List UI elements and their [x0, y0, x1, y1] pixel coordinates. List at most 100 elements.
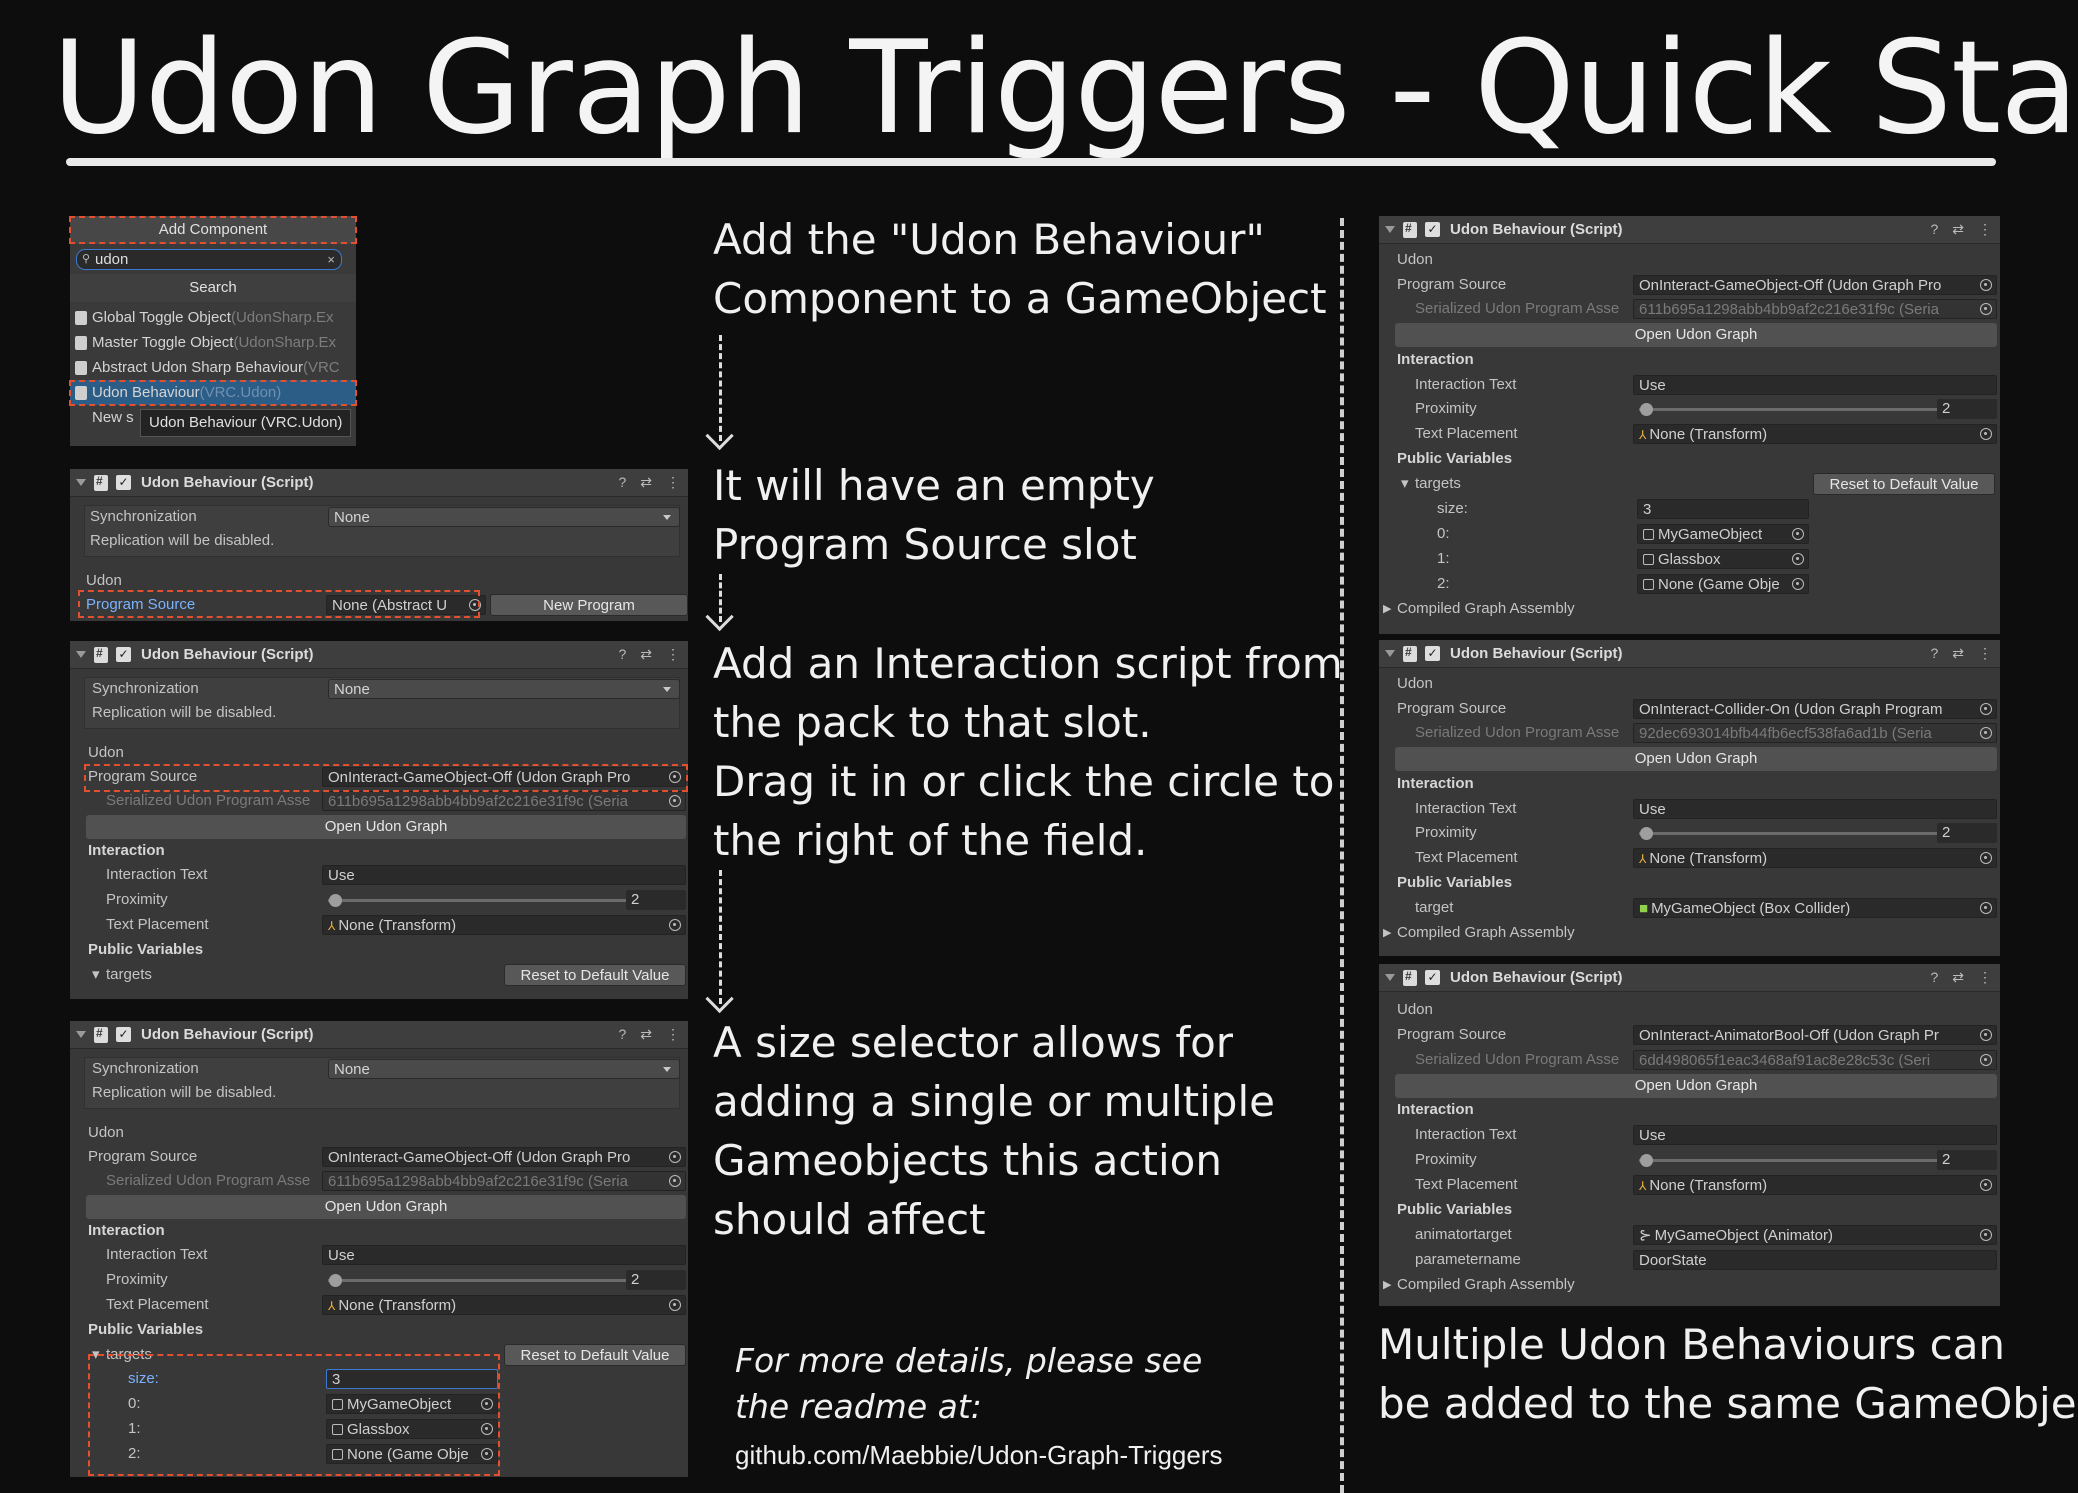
- text-placement-field[interactable]: ⅄ None (Transform): [322, 1295, 686, 1315]
- proximity-input[interactable]: 2: [1937, 399, 1997, 419]
- text-placement-field[interactable]: ⅄ None (Transform): [1633, 848, 1997, 868]
- proximity-input[interactable]: 2: [1937, 823, 1997, 843]
- interaction-text-input[interactable]: Use: [322, 865, 686, 885]
- component-item[interactable]: Global Toggle Object(UdonSharp.Ex: [70, 305, 356, 330]
- foldout-icon[interactable]: [1385, 226, 1395, 233]
- component-header[interactable]: ✓Udon Behaviour (Script)?⇄⋮: [1379, 216, 2000, 244]
- menu-icon[interactable]: ⋮: [666, 1026, 680, 1043]
- enabled-checkbox[interactable]: ✓: [116, 647, 131, 662]
- open-udon-graph-button[interactable]: Open Udon Graph: [1395, 1074, 1997, 1098]
- menu-icon[interactable]: ⋮: [1978, 969, 1992, 986]
- animator-target-field[interactable]: ⊱ MyGameObject (Animator): [1633, 1225, 1997, 1245]
- program-source-field[interactable]: OnInteract-Collider-On (Udon Graph Progr…: [1633, 699, 1997, 719]
- preset-icon[interactable]: ⇄: [1952, 645, 1964, 662]
- reset-default-button[interactable]: Reset to Default Value: [504, 1344, 686, 1366]
- target-field[interactable]: None (Game Obje: [1637, 574, 1809, 594]
- object-picker-icon[interactable]: [1980, 1229, 1992, 1241]
- slider-knob[interactable]: [1640, 827, 1653, 840]
- component-header[interactable]: ✓Udon Behaviour (Script)?⇄⋮: [70, 469, 688, 497]
- component-item[interactable]: Master Toggle Object(UdonSharp.Ex: [70, 330, 356, 355]
- menu-icon[interactable]: ⋮: [1978, 221, 1992, 238]
- object-picker-icon[interactable]: [1980, 703, 1992, 715]
- foldout-icon[interactable]: [1385, 650, 1395, 657]
- open-udon-graph-button[interactable]: Open Udon Graph: [1395, 323, 1997, 347]
- proximity-input[interactable]: 2: [626, 1270, 686, 1290]
- open-udon-graph-button[interactable]: Open Udon Graph: [1395, 747, 1997, 771]
- open-udon-graph-button[interactable]: Open Udon Graph: [86, 815, 686, 839]
- proximity-slider[interactable]: [1639, 408, 1937, 411]
- slider-knob[interactable]: [329, 894, 342, 907]
- component-header[interactable]: ✓Udon Behaviour (Script)?⇄⋮: [70, 1021, 688, 1049]
- preset-icon[interactable]: ⇄: [1952, 969, 1964, 986]
- help-icon[interactable]: ?: [1930, 221, 1938, 238]
- sync-dropdown[interactable]: None: [328, 1059, 680, 1079]
- object-picker-icon[interactable]: [1980, 428, 1992, 440]
- text-placement-field[interactable]: ⅄ None (Transform): [1633, 424, 1997, 444]
- foldout-icon[interactable]: ▾: [1401, 472, 1409, 496]
- foldout-icon[interactable]: ▶: [1383, 1273, 1391, 1297]
- foldout-icon[interactable]: [76, 1031, 86, 1038]
- menu-icon[interactable]: ⋮: [666, 646, 680, 663]
- sync-dropdown[interactable]: None: [328, 679, 680, 699]
- reset-default-button[interactable]: Reset to Default Value: [504, 964, 686, 986]
- foldout-icon[interactable]: [76, 651, 86, 658]
- object-picker-icon[interactable]: [1980, 852, 1992, 864]
- interaction-text-input[interactable]: Use: [322, 1245, 686, 1265]
- object-picker-icon[interactable]: [669, 919, 681, 931]
- foldout-icon[interactable]: ▾: [92, 963, 100, 987]
- proximity-input[interactable]: 2: [1937, 1150, 1997, 1170]
- proximity-slider[interactable]: [328, 1279, 626, 1282]
- help-icon[interactable]: ?: [1930, 969, 1938, 986]
- component-header[interactable]: ✓Udon Behaviour (Script)?⇄⋮: [1379, 964, 2000, 992]
- program-source-field[interactable]: OnInteract-AnimatorBool-Off (Udon Graph …: [1633, 1025, 1997, 1045]
- slider-knob[interactable]: [1640, 1154, 1653, 1167]
- readme-url[interactable]: github.com/Maebbie/Udon-Graph-Triggers: [735, 1440, 1223, 1471]
- preset-icon[interactable]: ⇄: [640, 646, 652, 663]
- component-item[interactable]: Abstract Udon Sharp Behaviour(VRC: [70, 355, 356, 380]
- interaction-text-input[interactable]: Use: [1633, 799, 1997, 819]
- slider-knob[interactable]: [329, 1274, 342, 1287]
- size-input[interactable]: 3: [1637, 499, 1809, 519]
- foldout-icon[interactable]: ▶: [1383, 921, 1391, 945]
- new-program-button[interactable]: New Program: [490, 594, 688, 616]
- proximity-slider[interactable]: [1639, 1159, 1937, 1162]
- enabled-checkbox[interactable]: ✓: [116, 1027, 131, 1042]
- help-icon[interactable]: ?: [618, 1026, 626, 1043]
- parametername-input[interactable]: DoorState: [1633, 1250, 1997, 1270]
- foldout-icon[interactable]: [1385, 974, 1395, 981]
- foldout-icon[interactable]: [76, 479, 86, 486]
- interaction-text-input[interactable]: Use: [1633, 1125, 1997, 1145]
- text-placement-field[interactable]: ⅄ None (Transform): [1633, 1175, 1997, 1195]
- enabled-checkbox[interactable]: ✓: [1425, 646, 1440, 661]
- target-field[interactable]: MyGameObject: [1637, 524, 1809, 544]
- object-picker-icon[interactable]: [1792, 528, 1804, 540]
- slider-knob[interactable]: [1640, 403, 1653, 416]
- object-picker-icon[interactable]: [669, 1151, 681, 1163]
- program-source-field[interactable]: OnInteract-GameObject-Off (Udon Graph Pr…: [322, 1147, 686, 1167]
- component-search-input[interactable]: ⚲ udon ×: [76, 249, 342, 270]
- preset-icon[interactable]: ⇄: [640, 1026, 652, 1043]
- help-icon[interactable]: ?: [618, 646, 626, 663]
- object-picker-icon[interactable]: [1980, 279, 1992, 291]
- help-icon[interactable]: ?: [618, 474, 626, 491]
- object-picker-icon[interactable]: [669, 1299, 681, 1311]
- target-field[interactable]: Glassbox: [1637, 549, 1809, 569]
- preset-icon[interactable]: ⇄: [640, 474, 652, 491]
- reset-default-button[interactable]: Reset to Default Value: [1813, 473, 1995, 495]
- menu-icon[interactable]: ⋮: [1978, 645, 1992, 662]
- clear-icon[interactable]: ×: [327, 250, 335, 269]
- foldout-icon[interactable]: ▶: [1383, 597, 1391, 621]
- object-picker-icon[interactable]: [1980, 1179, 1992, 1191]
- enabled-checkbox[interactable]: ✓: [116, 475, 131, 490]
- enabled-checkbox[interactable]: ✓: [1425, 970, 1440, 985]
- text-placement-field[interactable]: ⅄ None (Transform): [322, 915, 686, 935]
- preset-icon[interactable]: ⇄: [1952, 221, 1964, 238]
- sync-dropdown[interactable]: None: [328, 507, 680, 527]
- open-udon-graph-button[interactable]: Open Udon Graph: [86, 1195, 686, 1219]
- component-header[interactable]: ✓Udon Behaviour (Script)?⇄⋮: [1379, 640, 2000, 668]
- object-picker-icon[interactable]: [1980, 1029, 1992, 1041]
- proximity-slider[interactable]: [1639, 832, 1937, 835]
- proximity-slider[interactable]: [328, 899, 626, 902]
- target-field[interactable]: ■ MyGameObject (Box Collider): [1633, 898, 1997, 918]
- object-picker-icon[interactable]: [1792, 553, 1804, 565]
